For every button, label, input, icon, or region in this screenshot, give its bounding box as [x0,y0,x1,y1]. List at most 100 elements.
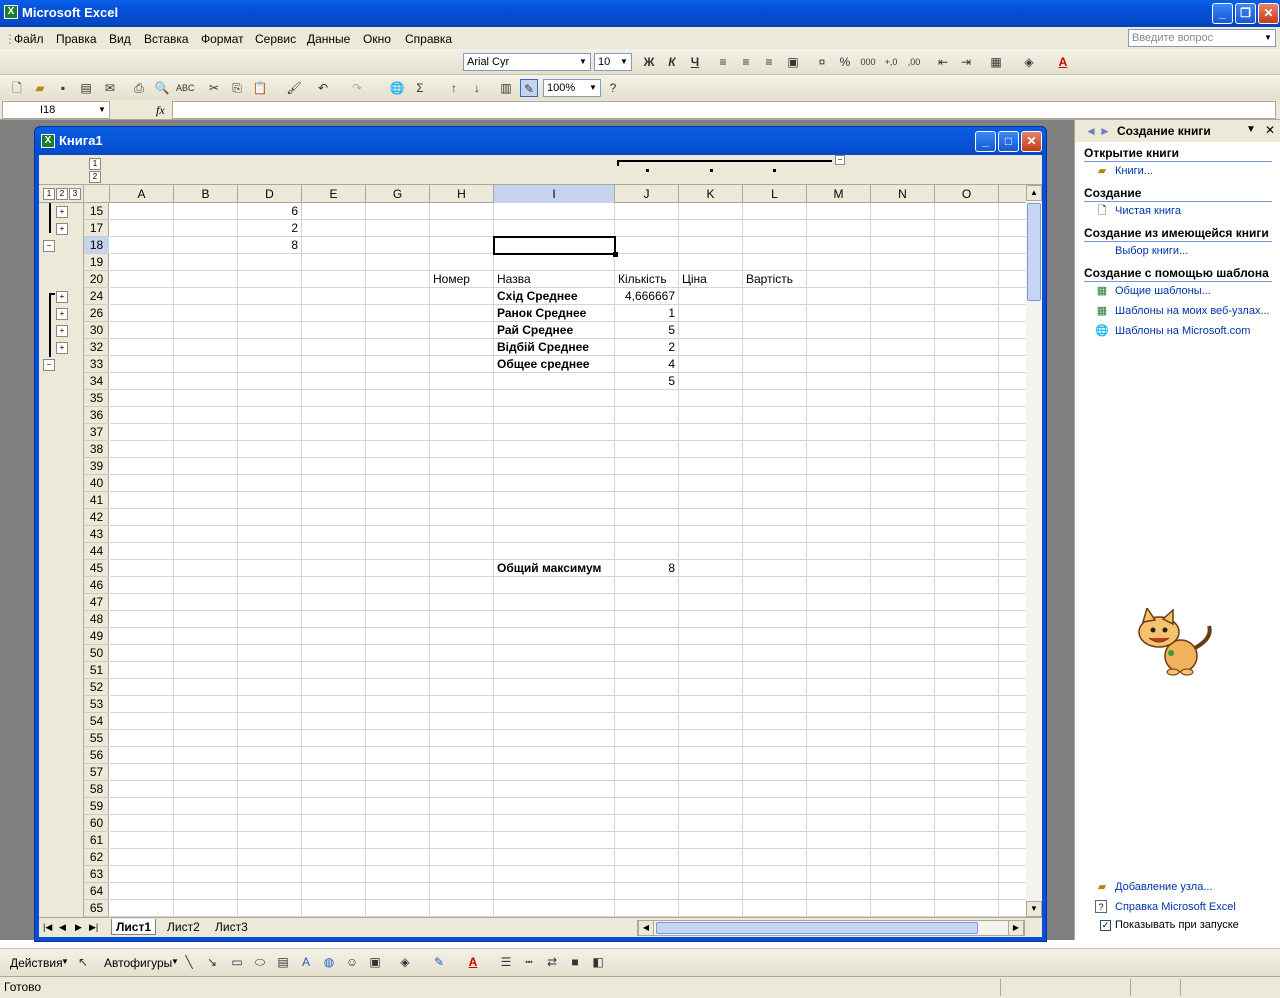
line-icon[interactable]: ╲ [180,953,198,971]
chevron-down-icon[interactable]: ▼ [1262,31,1274,45]
row-header-41[interactable]: 41 [84,492,109,509]
web-templates-link[interactable]: Шаблоны на моих веб-узлах... [1115,305,1270,317]
row-outline-level-2[interactable]: 2 [56,188,68,200]
line-style-icon[interactable]: ☰ [497,953,515,971]
cell-j45[interactable]: 8 [615,560,678,577]
row-header-51[interactable]: 51 [84,662,109,679]
shadow-icon[interactable]: ■ [566,953,584,971]
decrease-indent-icon[interactable]: ⇤ [934,53,952,71]
row-header-40[interactable]: 40 [84,475,109,492]
format-painter-icon[interactable]: 🖌 [285,79,303,97]
microsoft-templates-link[interactable]: Шаблоны на Microsoft.com [1115,325,1250,337]
cell-j20[interactable]: Кількість [615,271,678,288]
row-header-55[interactable]: 55 [84,730,109,747]
line-color-icon[interactable]: ✎ [430,953,448,971]
cell-j32[interactable]: 2 [615,339,678,356]
clip-art-icon[interactable]: ☺ [343,953,361,971]
diagram-icon[interactable]: ◍ [320,953,338,971]
row-header-45[interactable]: 45 [84,560,109,577]
column-header-n[interactable]: N [871,185,935,203]
row-header-32[interactable]: 32 [84,339,109,356]
open-folder-icon[interactable]: ▰ [31,79,49,97]
font-color-icon[interactable]: A [1054,53,1072,71]
row-header-52[interactable]: 52 [84,679,109,696]
active-cell-i18[interactable] [493,236,616,255]
save-icon[interactable]: ▪ [54,79,72,97]
arrow-icon[interactable]: ↘ [203,953,221,971]
cell-h20[interactable]: Номер [430,271,493,288]
cell-i32[interactable]: Відбій Среднее [494,339,614,356]
column-outline-level-1[interactable]: 1 [89,158,101,170]
minimize-button[interactable]: _ [1212,3,1233,24]
align-left-icon[interactable]: ≡ [714,53,732,71]
row-header-30[interactable]: 30 [84,322,109,339]
cell-j30[interactable]: 5 [615,322,678,339]
fill-color-icon[interactable]: ◈ [1020,53,1038,71]
rectangle-icon[interactable]: ▭ [228,953,246,971]
column-header-d[interactable]: D [238,185,302,203]
task-pane-menu-icon[interactable]: ▼ [1246,124,1256,135]
spelling-icon[interactable]: ABC [176,79,195,97]
expand-row-group-button[interactable]: + [56,342,68,354]
column-header-b[interactable]: B [174,185,238,203]
merge-center-icon[interactable]: ▣ [784,53,802,71]
chevron-down-icon[interactable]: ▼ [577,55,589,69]
row-header-59[interactable]: 59 [84,798,109,815]
help-icon[interactable]: ? [604,79,622,97]
cell-grid[interactable]: 6 2 8 Номер Назва Кількість Ціна Вартіст… [110,203,1026,917]
row-header-63[interactable]: 63 [84,866,109,883]
name-box[interactable]: I18 ▼ [2,101,110,119]
column-header-g[interactable]: G [366,185,430,203]
row-header-64[interactable]: 64 [84,883,109,900]
collapse-column-group-button[interactable]: − [835,155,845,165]
column-header-k[interactable]: K [679,185,743,203]
cell-d18[interactable]: 8 [238,237,301,254]
show-at-startup-checkbox[interactable]: ✓ [1100,920,1111,931]
autosum-icon[interactable]: Σ [411,79,429,97]
font-name-combo[interactable]: Arial Cyr ▼ [463,53,591,71]
email-icon[interactable]: ✉ [101,79,119,97]
picture-icon[interactable]: ▣ [366,953,384,971]
workbook-close-button[interactable]: ✕ [1021,131,1042,152]
scroll-left-icon[interactable]: ◀ [638,920,654,936]
fill-handle[interactable] [613,252,618,257]
row-header-47[interactable]: 47 [84,594,109,611]
select-objects-icon[interactable]: ↖ [74,953,92,971]
row-header-38[interactable]: 38 [84,441,109,458]
expand-row-group-button[interactable]: + [56,308,68,320]
increase-decimal-icon[interactable]: +,0 [882,53,900,71]
scroll-right-icon[interactable]: ▶ [1008,920,1024,936]
collapse-row-group-button[interactable]: − [43,359,55,371]
office-assistant-cat-icon[interactable] [1133,608,1217,676]
task-pane-close-icon[interactable]: ✕ [1265,123,1275,137]
copy-icon[interactable]: ⎘ [228,79,246,97]
add-node-link[interactable]: Добавление узла... [1115,881,1213,893]
print-preview-icon[interactable]: 🔍 [153,79,171,97]
last-sheet-icon[interactable]: ▶| [89,919,98,935]
sheet-tab-1[interactable]: Лист1 [111,919,157,935]
row-header-53[interactable]: 53 [84,696,109,713]
row-outline-level-1[interactable]: 1 [43,188,55,200]
expand-row-group-button[interactable]: + [56,291,68,303]
cell-i20[interactable]: Назва [494,271,614,288]
column-header-l[interactable]: L [743,185,807,203]
sort-ascending-icon[interactable]: ↑ [445,79,463,97]
cut-icon[interactable]: ✂ [205,79,223,97]
row-header-62[interactable]: 62 [84,849,109,866]
row-header-36[interactable]: 36 [84,407,109,424]
column-header-i[interactable]: I [494,185,615,203]
hyperlink-icon[interactable]: 🌐 [388,79,406,97]
back-icon[interactable]: ◄ [1085,124,1097,138]
blank-workbook-link[interactable]: Чистая книга [1115,205,1181,217]
row-header-39[interactable]: 39 [84,458,109,475]
menu-help[interactable]: Справка [405,32,452,46]
autoshapes-menu[interactable]: Автофигуры [104,956,172,970]
row-header-34[interactable]: 34 [84,373,109,390]
row-header-60[interactable]: 60 [84,815,109,832]
underline-button[interactable]: Ч [686,53,704,71]
cell-j34[interactable]: 5 [615,373,678,390]
permission-icon[interactable]: ▤ [77,79,95,97]
row-header-15[interactable]: 15 [84,203,109,220]
prev-sheet-icon[interactable]: ◀ [59,919,66,935]
font-color-icon[interactable]: A [464,953,482,971]
